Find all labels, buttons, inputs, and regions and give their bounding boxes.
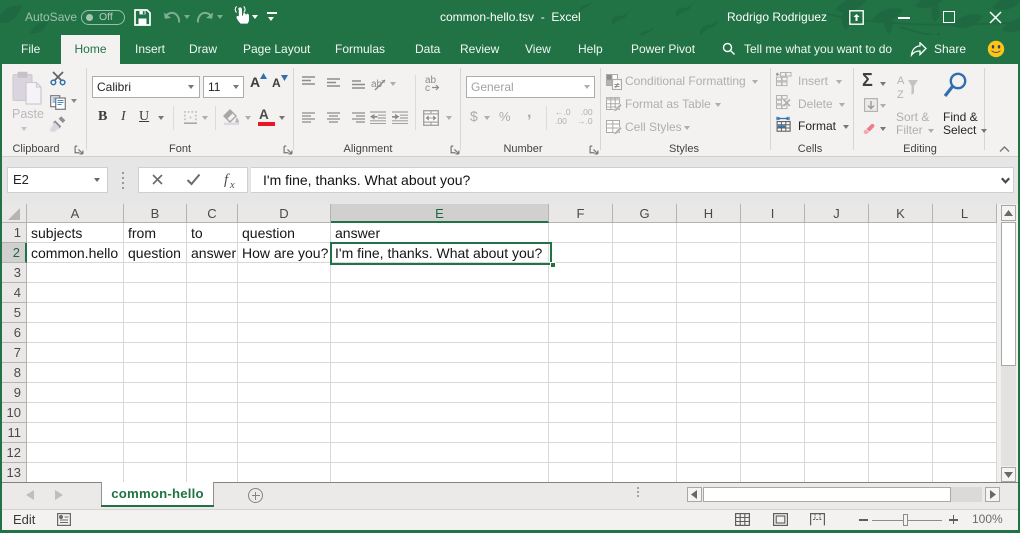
svg-text:c: c (425, 83, 430, 91)
svg-text:Z: Z (897, 89, 904, 101)
svg-text:A: A (897, 75, 905, 87)
